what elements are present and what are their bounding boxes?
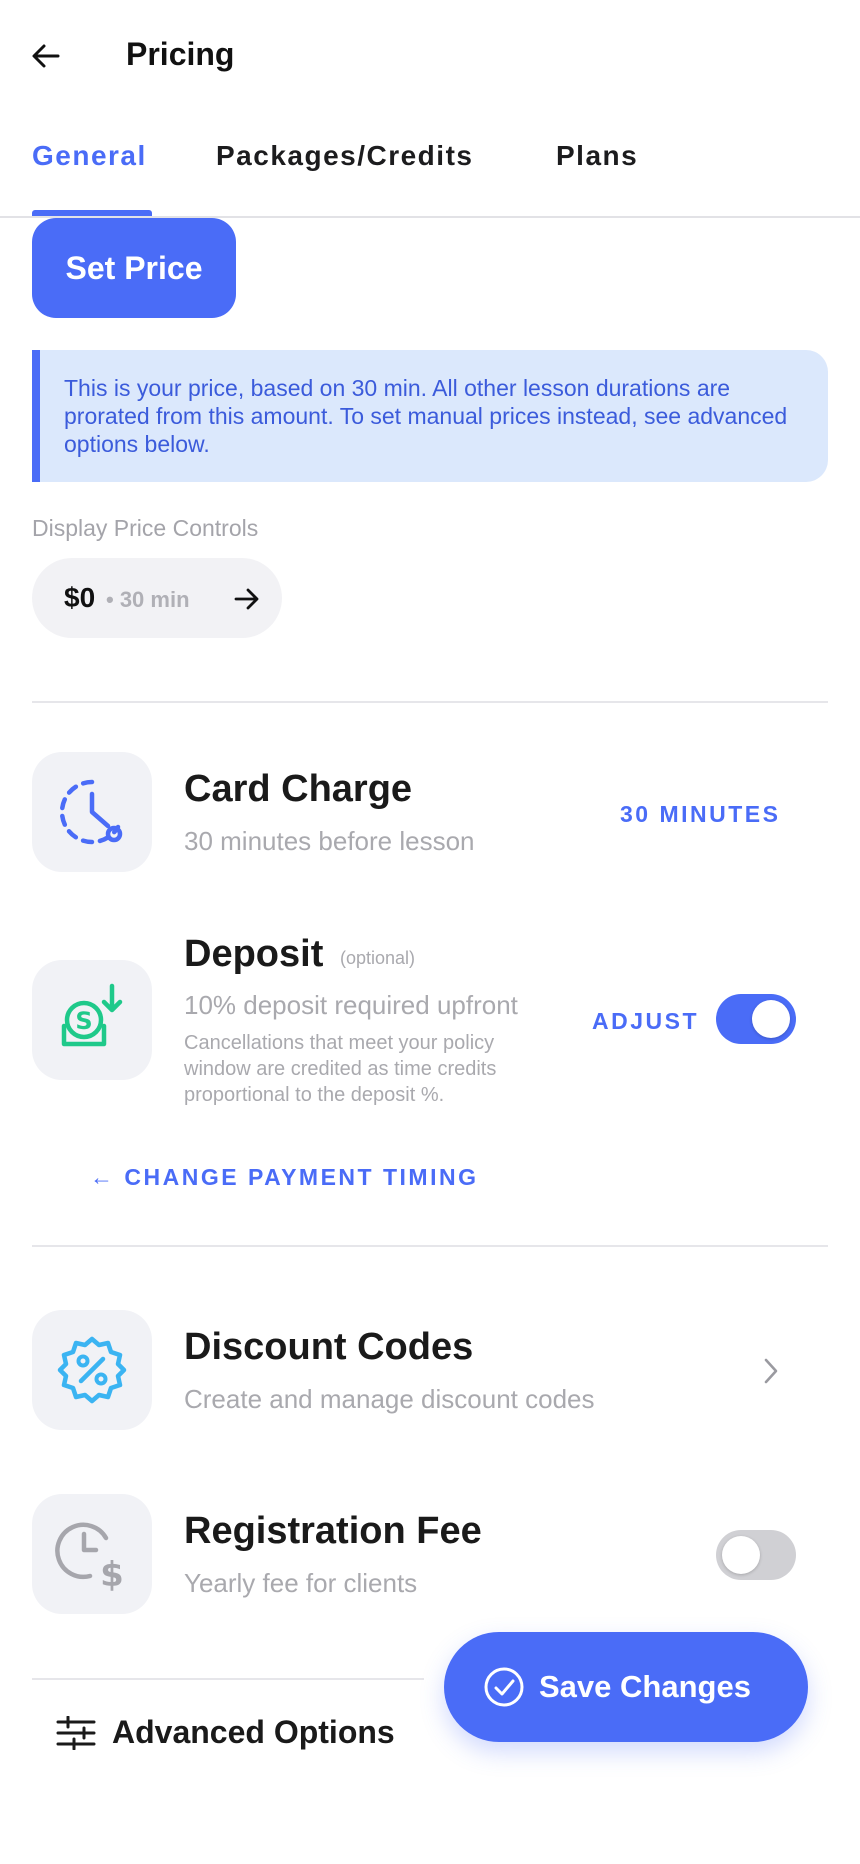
clock-timer-icon (59, 779, 123, 845)
clock-dollar-icon: $ (55, 1522, 124, 1592)
chevron-right-icon (764, 1358, 778, 1384)
card-charge-title: Card Charge (184, 768, 413, 810)
check-circle-icon (484, 1667, 524, 1707)
save-changes-label: Save Changes (539, 1669, 751, 1704)
tab-plans[interactable]: Plans (556, 140, 638, 172)
display-price-duration: • 30 min (106, 587, 190, 612)
discount-codes-icon-tile (32, 1310, 152, 1430)
advanced-options-label: Advanced Options (112, 1714, 395, 1750)
discount-codes-subtitle: Create and manage discount codes (184, 1384, 595, 1414)
registration-fee-toggle[interactable] (716, 1530, 796, 1580)
deposit-title: Deposit (184, 933, 324, 975)
toggle-knob (722, 1536, 760, 1574)
display-price-value: $0 (64, 582, 96, 613)
registration-fee-subtitle: Yearly fee for clients (184, 1568, 418, 1598)
deposit-coin-icon: S (61, 983, 123, 1047)
display-price-label: Display Price Controls (32, 515, 259, 541)
card-charge-timing-button[interactable]: 30 MINUTES (620, 801, 780, 828)
deposit-optional-label: (optional) (340, 948, 416, 968)
section-divider (32, 701, 828, 703)
deposit-adjust-button[interactable]: ADJUST (592, 1008, 699, 1035)
save-changes-button[interactable]: Save Changes (444, 1632, 808, 1742)
registration-fee-icon-tile: $ (32, 1494, 152, 1614)
card-charge-icon-tile (32, 752, 152, 872)
back-button[interactable] (28, 38, 64, 74)
change-payment-timing-button[interactable]: ← CHANGE PAYMENT TIMING (90, 1164, 478, 1191)
deposit-toggle[interactable] (716, 994, 796, 1044)
section-divider (32, 1678, 424, 1680)
svg-text:S: S (75, 1007, 92, 1035)
registration-fee-title: Registration Fee (184, 1510, 482, 1552)
price-info-box: This is your price, based on 30 min. All… (32, 350, 828, 482)
arrow-right-icon (234, 588, 259, 610)
deposit-note: Cancellations that meet your policy wind… (184, 1032, 497, 1106)
page-title: Pricing (126, 36, 235, 72)
price-info-text: This is your price, based on 30 min. All… (64, 375, 788, 457)
card-charge-subtitle: 30 minutes before lesson (184, 826, 475, 856)
toggle-knob (752, 1000, 790, 1038)
tab-general[interactable]: General (32, 140, 147, 172)
sliders-icon (56, 1716, 96, 1750)
discount-codes-title: Discount Codes (184, 1326, 474, 1368)
deposit-subtitle: 10% deposit required upfront (184, 990, 518, 1020)
set-price-button[interactable]: Set Price (32, 218, 236, 318)
tab-packages-credits[interactable]: Packages/Credits (216, 140, 473, 172)
active-tab-indicator (32, 210, 152, 216)
percent-badge-icon (57, 1336, 127, 1404)
info-accent-bar (32, 350, 40, 482)
section-divider (32, 1245, 828, 1247)
arrow-left-icon (32, 44, 60, 68)
svg-text:$: $ (100, 1555, 124, 1592)
deposit-icon-tile: S (32, 960, 152, 1080)
